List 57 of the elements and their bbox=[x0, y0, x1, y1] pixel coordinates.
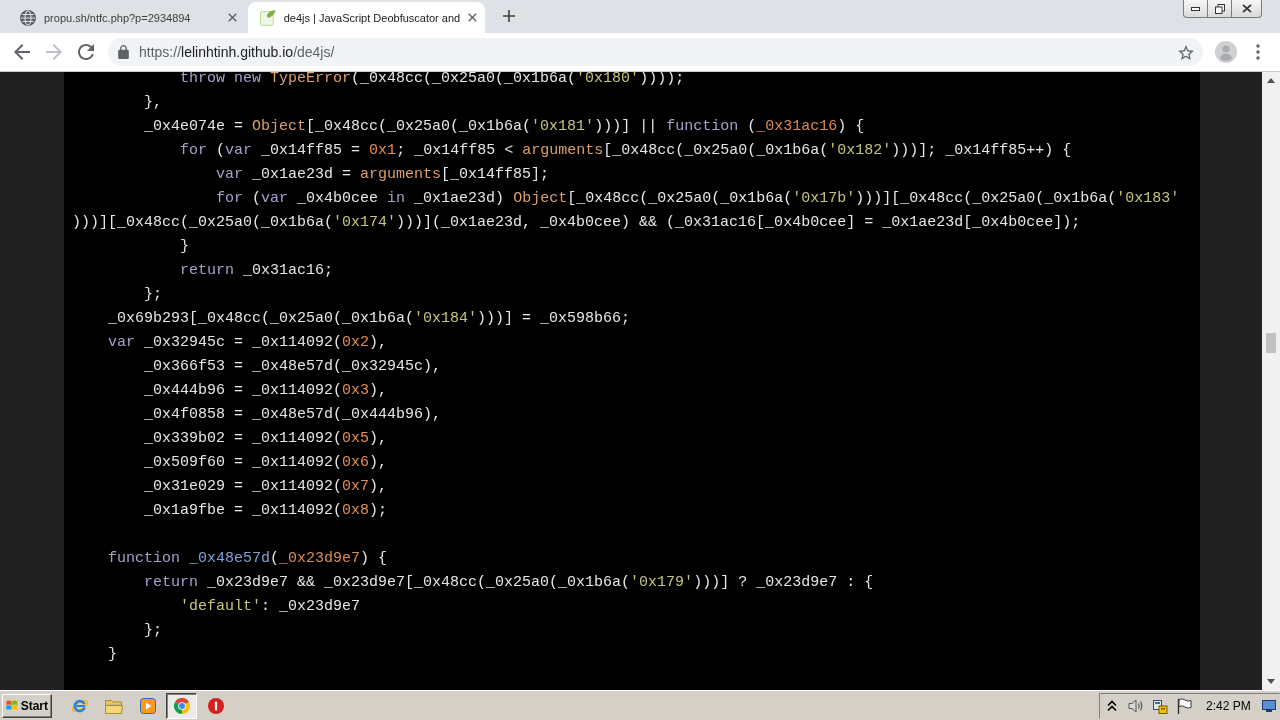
code-line: function _0x48e57d(_0x23d9e7) { bbox=[108, 550, 388, 567]
restore-icon bbox=[1214, 3, 1225, 14]
globe-icon bbox=[20, 9, 36, 26]
play-icon[interactable] bbox=[139, 697, 156, 714]
start-logo-icon bbox=[6, 698, 18, 713]
new-tab-plus-icon[interactable] bbox=[503, 9, 515, 22]
code-line: } bbox=[180, 238, 190, 255]
show-desktop-icon[interactable] bbox=[1262, 699, 1276, 712]
code-line: for (var _0x4b0cee in _0x1ae23d) Object[_0x48cc(_0x25a0(_0x1b6a('0x17b')))][_0x48cc(_0x25a0(_0x1b6a('0x183' bbox=[216, 190, 1180, 207]
code-line: )))][_0x48cc(_0x25a0(_0x1b6a('0x174')))](_0x1ae23d, _0x4b0cee) && (_0x31ac16[_0x4b0cee] = _0x1ae23d[_0x4b0cee]); bbox=[72, 214, 1081, 231]
tab[interactable]: propu.sh/ntfc.php?p=2934894 bbox=[8, 2, 245, 33]
code-line: }, bbox=[144, 94, 163, 111]
restore-button[interactable] bbox=[1207, 0, 1232, 18]
code-line: }; bbox=[144, 286, 163, 303]
close-icon bbox=[1241, 4, 1252, 13]
minimize-button[interactable] bbox=[1183, 0, 1208, 18]
address-bar[interactable]: https://lelinhtinh.github.io/de4js/ bbox=[108, 38, 1203, 66]
lock-icon bbox=[118, 45, 129, 59]
stop-icon[interactable] bbox=[207, 697, 224, 714]
code-line: for (var _0x14ff85 = 0x1; _0x14ff85 < arguments[_0x48cc(_0x25a0(_0x1b6a('0x182')))]; _0x14ff85++) { bbox=[180, 142, 1072, 159]
code-line: var _0x1ae23d = arguments[_0x14ff85]; bbox=[216, 166, 550, 183]
network-icon[interactable] bbox=[1152, 697, 1168, 714]
minimize-icon bbox=[1191, 6, 1200, 11]
reload-icon[interactable] bbox=[78, 44, 94, 60]
code-line: _0x4f0858 = _0x48e57d(_0x444b96), bbox=[144, 406, 442, 423]
start-button[interactable]: Start bbox=[2, 693, 52, 718]
code-line: }; bbox=[144, 622, 163, 639]
code-line: _0x509f60 = _0x114092(0x6), bbox=[144, 454, 388, 471]
code-line: 'default': _0x23d9e7 bbox=[180, 598, 361, 615]
menu-icon[interactable] bbox=[1256, 44, 1260, 60]
code-line: } bbox=[108, 646, 118, 663]
code-line: _0x4e074e = Object[_0x48cc(_0x25a0(_0x1b6a('0x181')))] || function (_0x31ac16) { bbox=[144, 118, 865, 135]
scrollbar[interactable] bbox=[1262, 72, 1280, 690]
code-line: return _0x23d9e7 && _0x23d9e7[_0x48cc(_0x25a0(_0x1b6a('0x179')))] ? _0x23d9e7 : { bbox=[144, 574, 874, 591]
close-window-button[interactable] bbox=[1231, 0, 1262, 18]
back-arrow-icon[interactable] bbox=[14, 44, 30, 60]
star-icon[interactable] bbox=[1178, 44, 1194, 60]
taskbar-button[interactable] bbox=[166, 692, 197, 719]
flag-icon[interactable] bbox=[1176, 697, 1192, 714]
scroll-down-icon[interactable] bbox=[1267, 679, 1275, 684]
speaker-icon[interactable] bbox=[1128, 697, 1144, 714]
code-line: _0x69b293[_0x48cc(_0x25a0(_0x1b6a('0x184')))] = _0x598b66; bbox=[108, 310, 631, 327]
code-line: var _0x32945c = _0x114092(0x2), bbox=[108, 334, 388, 351]
code-line: _0x1a9fbe = _0x114092(0x8); bbox=[144, 502, 388, 519]
code-line: _0x366f53 = _0x48e57d(_0x32945c), bbox=[144, 358, 442, 375]
scroll-up-icon[interactable] bbox=[1267, 78, 1275, 83]
close-icon[interactable] bbox=[468, 13, 477, 22]
clock-time[interactable]: 2:42 PM bbox=[1206, 698, 1250, 713]
scrollbar-thumb[interactable] bbox=[1266, 333, 1276, 353]
code-line: _0x444b96 = _0x114092(0x3), bbox=[144, 382, 388, 399]
ring-logo-icon[interactable] bbox=[173, 697, 190, 714]
page-icon bbox=[260, 9, 276, 26]
tab[interactable]: de4js | JavaScript Deobfuscator and bbox=[248, 2, 485, 33]
code-line: _0x31e029 = _0x114092(0x7), bbox=[144, 478, 388, 495]
close-icon[interactable] bbox=[228, 13, 237, 22]
code-line: return _0x31ac16; bbox=[180, 262, 334, 279]
code-line: _0x339b02 = _0x114092(0x5), bbox=[144, 430, 388, 447]
